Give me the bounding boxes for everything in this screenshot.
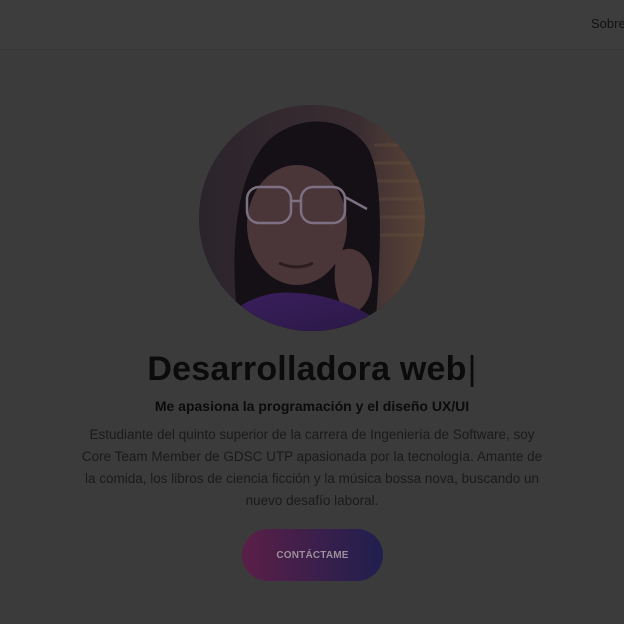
navbar: Sobre	[0, 0, 624, 50]
profile-photo-illustration	[199, 105, 425, 331]
typing-cursor: |	[467, 350, 477, 388]
hero-headline: Desarrolladora web|	[0, 350, 624, 389]
nav-link-sobre[interactable]: Sobre	[591, 16, 624, 31]
hero-headline-text: Desarrolladora web	[147, 350, 467, 388]
page: Sobre Desarrolladora web| Me apasiona la…	[0, 0, 624, 624]
profile-avatar	[199, 105, 425, 331]
contact-button[interactable]: CONTÁCTAME	[242, 529, 383, 581]
hero-bio: Estudiante del quinto superior de la car…	[81, 427, 543, 508]
hero-subheadline: Me apasiona la programación y el diseño …	[154, 398, 470, 414]
